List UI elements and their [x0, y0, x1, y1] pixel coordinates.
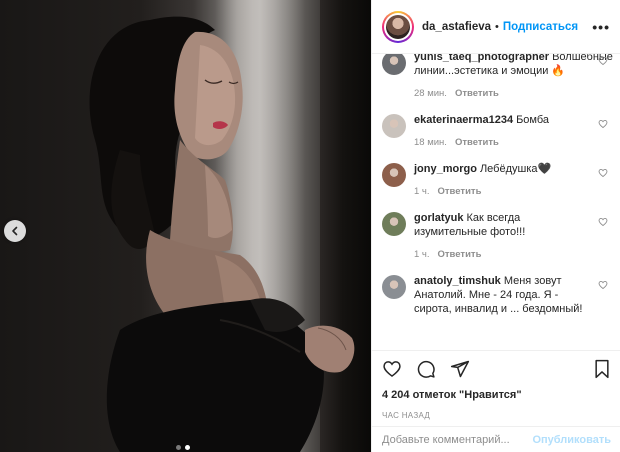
comments-list[interactable]: yunis_taeq_photographer Волшебные линии..… — [372, 54, 620, 350]
comment-username[interactable]: yunis_taeq_photographer — [414, 54, 549, 63]
comment-text: Бомба — [516, 114, 550, 126]
carousel-dot — [176, 445, 181, 450]
author-avatar[interactable] — [382, 10, 414, 43]
post-photo — [0, 0, 371, 452]
comment-meta — [414, 325, 592, 339]
carousel-prev-button[interactable] — [4, 220, 26, 242]
comment-text: Лебёдушка🖤 — [479, 163, 552, 175]
comment-like-heart-icon[interactable] — [598, 168, 608, 178]
comment-username[interactable]: jony_morgo — [414, 163, 477, 175]
comment-item: jony_morgo Лебёдушка🖤 1 ч. Ответить — [382, 154, 610, 203]
reply-button[interactable]: Ответить — [438, 186, 482, 197]
comment-meta: 18 мин. Ответить — [414, 136, 592, 150]
reply-button[interactable]: Ответить — [455, 137, 499, 148]
chevron-left-icon — [12, 226, 18, 236]
post-side-panel: da_astafieva • Подписаться ••• yunis_tae… — [371, 0, 620, 452]
carousel-dot-active — [185, 445, 190, 450]
header-separator: • — [495, 20, 499, 33]
comment-like-heart-icon[interactable] — [598, 217, 608, 227]
comment-time[interactable]: 1 ч. — [414, 186, 430, 197]
like-heart-icon[interactable] — [382, 359, 402, 379]
comment-time[interactable]: 18 мин. — [414, 137, 447, 148]
comment-username[interactable]: anatoly_timshuk — [414, 275, 501, 287]
share-send-icon[interactable] — [450, 359, 470, 379]
photo-subject — [89, 16, 355, 452]
comment-time[interactable]: 1 ч. — [414, 249, 430, 260]
more-dots-icon[interactable]: ••• — [592, 19, 610, 35]
comment-item: gorlatyuk Как всегда изумительные фото!!!… — [382, 203, 610, 266]
post-actions: 4 204 отметок "Нравится" ЧАС НАЗАД — [372, 350, 620, 420]
follow-button[interactable]: Подписаться — [503, 21, 578, 33]
comment-input[interactable] — [382, 433, 533, 446]
comment-meta: 28 мин. Ответить — [414, 87, 613, 101]
comment-like-heart-icon[interactable] — [598, 56, 608, 66]
add-comment-bar: Опубликовать — [372, 426, 620, 452]
comment-item: ekaterinaerma1234 Бомба 18 мин. Ответить — [382, 105, 610, 154]
commenter-avatar[interactable] — [382, 54, 406, 75]
comment-item: yunis_taeq_photographer Волшебные линии..… — [382, 54, 613, 105]
post-timestamp[interactable]: ЧАС НАЗАД — [382, 411, 611, 420]
bookmark-icon[interactable] — [593, 359, 611, 379]
carousel-indicator — [176, 445, 190, 450]
comment-like-heart-icon[interactable] — [598, 119, 608, 129]
reply-button[interactable]: Ответить — [455, 88, 499, 99]
comment-meta: 1 ч. Ответить — [414, 185, 592, 199]
comment-like-heart-icon[interactable] — [598, 280, 608, 290]
comment-bubble-icon[interactable] — [416, 359, 436, 379]
reply-button[interactable]: Ответить — [438, 249, 482, 260]
comment-meta: 1 ч. Ответить — [414, 248, 592, 262]
comment-time[interactable]: 28 мин. — [414, 88, 447, 99]
post-header: da_astafieva • Подписаться ••• — [372, 0, 620, 54]
commenter-avatar[interactable] — [382, 163, 406, 187]
likes-count[interactable]: 4 204 отметок "Нравится" — [382, 389, 611, 401]
comment-item: anatoly_timshuk Меня зовут Анатолий. Мне … — [382, 266, 610, 343]
author-username[interactable]: da_astafieva — [422, 21, 491, 33]
commenter-avatar[interactable] — [382, 212, 406, 236]
publish-button[interactable]: Опубликовать — [532, 434, 611, 446]
commenter-avatar[interactable] — [382, 275, 406, 299]
comment-username[interactable]: ekaterinaerma1234 — [414, 114, 513, 126]
comment-username[interactable]: gorlatyuk — [414, 212, 464, 224]
commenter-avatar[interactable] — [382, 114, 406, 138]
